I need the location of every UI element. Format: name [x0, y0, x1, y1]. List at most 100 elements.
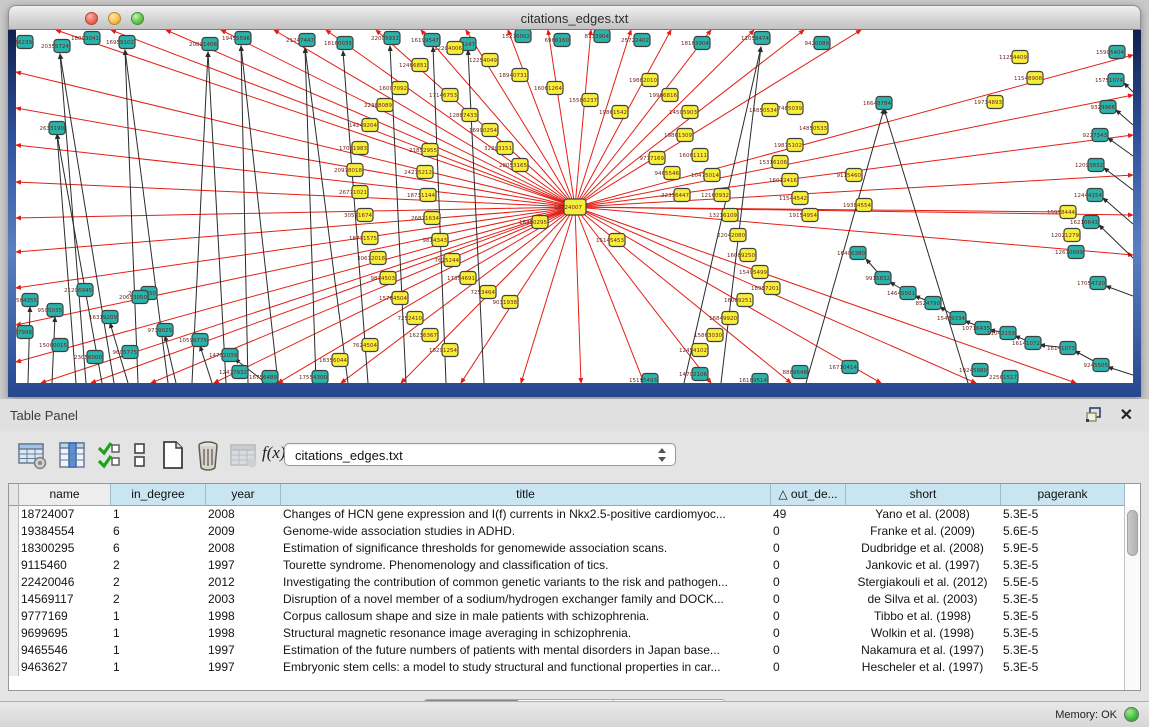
- graph-edge[interactable]: [16, 145, 575, 207]
- table-cell[interactable]: 0: [771, 659, 846, 676]
- table-row[interactable]: 946554611997Estimation of the future num…: [9, 642, 1124, 659]
- table-cell[interactable]: Genome-wide association studies in ADHD.: [281, 523, 771, 540]
- table-cell[interactable]: 1: [111, 642, 206, 659]
- table-cell[interactable]: 2008: [206, 506, 281, 523]
- table-cell[interactable]: 5.3E-5: [1001, 625, 1124, 642]
- graph-edge[interactable]: [305, 48, 316, 383]
- graph-edge[interactable]: [221, 30, 575, 207]
- table-cell[interactable]: Hescheler et al. (1997): [846, 659, 1001, 676]
- table-cell[interactable]: Estimation of the future numbers of pati…: [281, 642, 771, 659]
- graph-edge[interactable]: [60, 54, 114, 383]
- table-cell[interactable]: 5.3E-5: [1001, 506, 1124, 523]
- table-cell[interactable]: 1: [111, 608, 206, 625]
- graph-edge[interactable]: [575, 207, 791, 383]
- graph-edge[interactable]: [28, 307, 30, 383]
- column-header[interactable]: pagerank: [1001, 484, 1125, 506]
- table-row[interactable]: 969969511998Structural magnetic resonanc…: [9, 625, 1124, 642]
- column-header[interactable]: title: [281, 484, 771, 506]
- graph-edge[interactable]: [806, 109, 884, 383]
- table-cell[interactable]: 1997: [206, 659, 281, 676]
- table-cell[interactable]: 5.3E-5: [1001, 642, 1124, 659]
- column-header[interactable]: year: [206, 484, 281, 506]
- table-cell[interactable]: 9115460: [19, 557, 111, 574]
- table-row[interactable]: 1830029562008Estimation of significance …: [9, 540, 1124, 557]
- graph-edge[interactable]: [1124, 83, 1133, 92]
- table-cell[interactable]: Embryonic stem cells: a model to study s…: [281, 659, 771, 676]
- network-canvas[interactable]: 2304623920355724180030411695910220891406…: [16, 30, 1133, 383]
- table-row[interactable]: 911546021997Tourette syndrome. Phenomeno…: [9, 557, 1124, 574]
- new-column-icon[interactable]: [156, 439, 188, 471]
- table-cell[interactable]: 6: [111, 523, 206, 540]
- table-cell[interactable]: Dudbridge et al. (2008): [846, 540, 1001, 557]
- select-rows-icon[interactable]: [96, 439, 122, 471]
- table-cell[interactable]: 1: [111, 506, 206, 523]
- table-cell[interactable]: 19384554: [19, 523, 111, 540]
- graph-edge[interactable]: [1116, 110, 1133, 125]
- table-cell[interactable]: 18724007: [19, 506, 111, 523]
- table-cell[interactable]: 1: [111, 625, 206, 642]
- graph-edge[interactable]: [1103, 198, 1133, 224]
- table-cell[interactable]: Stergiakouli et al. (2012): [846, 574, 1001, 591]
- graph-edge[interactable]: [16, 207, 575, 218]
- table-cell[interactable]: 5.3E-5: [1001, 659, 1124, 676]
- table-cell[interactable]: 2012: [206, 574, 281, 591]
- table-cell[interactable]: 0: [771, 608, 846, 625]
- graph-edge[interactable]: [575, 207, 644, 383]
- graph-edge[interactable]: [200, 346, 212, 383]
- table-cell[interactable]: 5.3E-5: [1001, 557, 1124, 574]
- table-cell[interactable]: Disruption of a novel member of a sodium…: [281, 591, 771, 608]
- table-cell[interactable]: Franke et al. (2009): [846, 523, 1001, 540]
- column-header[interactable]: name: [19, 484, 111, 506]
- column-header[interactable]: in_degree: [111, 484, 206, 506]
- graph-edge[interactable]: [1108, 367, 1133, 375]
- delete-table-icon[interactable]: [228, 439, 260, 471]
- table-cell[interactable]: 22420046: [19, 574, 111, 591]
- graph-edge[interactable]: [508, 30, 575, 207]
- table-row[interactable]: 977716911998Corpus callosum shape and si…: [9, 608, 1124, 625]
- table-cell[interactable]: 1: [111, 659, 206, 676]
- graph-edge[interactable]: [16, 207, 575, 325]
- table-cell[interactable]: 5.9E-5: [1001, 540, 1124, 557]
- table-cell[interactable]: 9699695: [19, 625, 111, 642]
- table-cell[interactable]: 0: [771, 625, 846, 642]
- table-cell[interactable]: Structural magnetic resonance image aver…: [281, 625, 771, 642]
- close-icon[interactable]: ✕: [1120, 405, 1133, 425]
- column-settings-icon[interactable]: [16, 439, 48, 471]
- table-cell[interactable]: 5.5E-5: [1001, 574, 1124, 591]
- table-cell[interactable]: 2003: [206, 591, 281, 608]
- table-cell[interactable]: 1998: [206, 608, 281, 625]
- table-cell[interactable]: Tibbo et al. (1998): [846, 608, 1001, 625]
- graph-edge[interactable]: [16, 207, 575, 362]
- table-selector-dropdown[interactable]: citations_edges.txt: [284, 443, 676, 466]
- table-cell[interactable]: 2: [111, 591, 206, 608]
- table-row[interactable]: 946362711997Embryonic stem cells: a mode…: [9, 659, 1124, 676]
- table-cell[interactable]: 49: [771, 506, 846, 523]
- table-cell[interactable]: 0: [771, 523, 846, 540]
- graph-edge[interactable]: [575, 207, 581, 383]
- table-cell[interactable]: Jankovic et al. (1997): [846, 557, 1001, 574]
- table-row[interactable]: 1938455462009Genome-wide association stu…: [9, 523, 1124, 540]
- window-titlebar[interactable]: citations_edges.txt: [8, 5, 1141, 30]
- column-header[interactable]: △ out_de...: [771, 484, 846, 506]
- graph-edge[interactable]: [16, 72, 575, 207]
- table-cell[interactable]: 0: [771, 591, 846, 608]
- graph-edge[interactable]: [884, 109, 968, 383]
- table-cell[interactable]: 14569117: [19, 591, 111, 608]
- table-cell[interactable]: 2008: [206, 540, 281, 557]
- float-window-icon[interactable]: [1085, 407, 1103, 423]
- table-cell[interactable]: 6: [111, 540, 206, 557]
- table-cell[interactable]: 5.6E-5: [1001, 523, 1124, 540]
- graph-edge[interactable]: [16, 182, 575, 207]
- table-cell[interactable]: 1998: [206, 625, 281, 642]
- table-cell[interactable]: 9465546: [19, 642, 111, 659]
- table-vertical-scrollbar[interactable]: [1124, 506, 1140, 690]
- table-cell[interactable]: 1997: [206, 642, 281, 659]
- table-cell[interactable]: de Silva et al. (2003): [846, 591, 1001, 608]
- table-cell[interactable]: 5.3E-5: [1001, 591, 1124, 608]
- graph-edge[interactable]: [521, 207, 575, 383]
- column-header[interactable]: short: [846, 484, 1001, 506]
- show-columns-icon[interactable]: [56, 439, 88, 471]
- graph-edge[interactable]: [575, 55, 1133, 207]
- table-cell[interactable]: Estimation of significance thresholds fo…: [281, 540, 771, 557]
- table-cell[interactable]: Changes of HCN gene expression and I(f) …: [281, 506, 771, 523]
